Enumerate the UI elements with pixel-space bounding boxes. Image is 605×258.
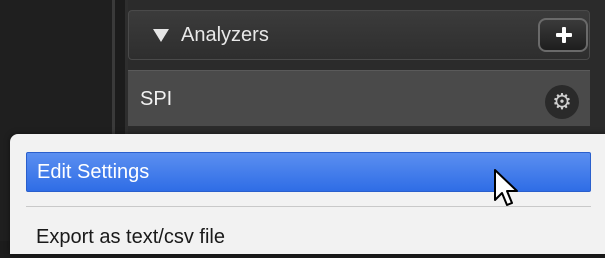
menu-item-label: Export as text/csv file — [36, 226, 225, 248]
add-analyzer-button[interactable] — [538, 18, 588, 52]
collapse-triangle-icon[interactable] — [153, 29, 169, 42]
mouse-cursor-icon — [494, 169, 518, 206]
analyzer-row-spi[interactable]: SPI ⚙ — [128, 70, 590, 126]
analyzers-title: Analyzers — [181, 24, 269, 46]
menu-item-label: Edit Settings — [37, 161, 150, 183]
menu-item-export-csv[interactable]: Export as text/csv file — [26, 218, 591, 258]
analyzer-label: SPI — [140, 88, 173, 110]
gear-icon[interactable]: ⚙ — [545, 85, 579, 119]
analyzers-header[interactable]: Analyzers — [128, 10, 590, 60]
